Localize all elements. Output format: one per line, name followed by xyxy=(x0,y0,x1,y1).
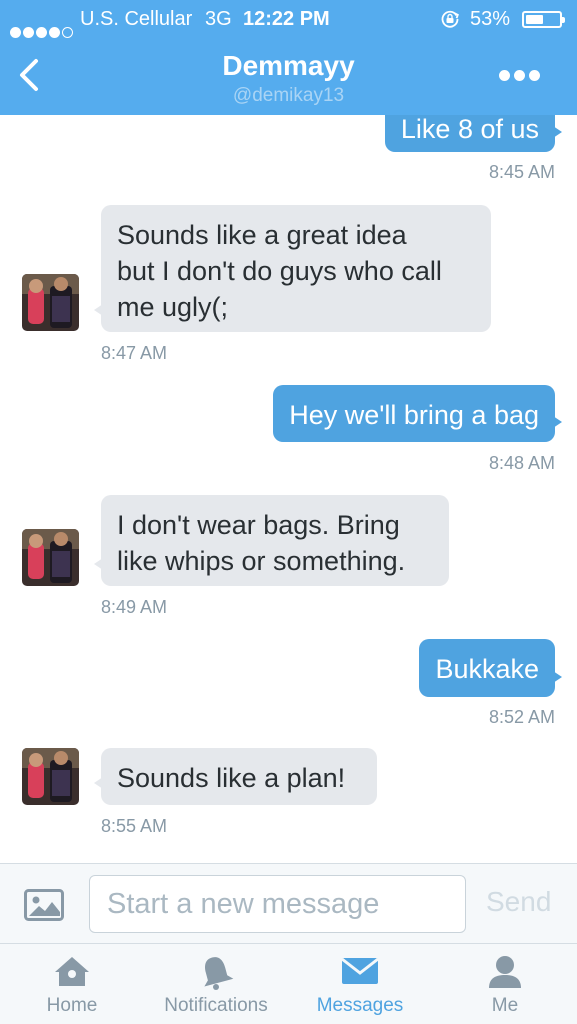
carrier-name: U.S. Cellular xyxy=(80,8,193,30)
message-timestamp: 8:52 AM xyxy=(488,707,555,727)
incoming-message[interactable]: Sounds like a great idea but I don't do … xyxy=(94,205,491,332)
tab-messages[interactable]: Messages xyxy=(300,944,420,1024)
conversation-title: Demmayy xyxy=(222,50,355,81)
person-icon xyxy=(489,956,521,988)
message-timestamp: 8:47 AM xyxy=(101,343,168,363)
status-bar: U.S. Cellular 3G 12:22 PM 53% xyxy=(0,0,577,38)
home-icon xyxy=(55,957,89,986)
outgoing-message[interactable]: Hey we'll bring a bag xyxy=(273,385,562,442)
more-dots-icon[interactable] xyxy=(499,68,545,82)
tab-label: Home xyxy=(46,995,98,1016)
battery-level-fill xyxy=(526,15,543,24)
envelope-icon xyxy=(341,957,379,984)
top-bar: U.S. Cellular 3G 12:22 PM 53% Demmayy @d… xyxy=(0,0,577,115)
incoming-message[interactable]: I don't wear bags. Bring like whips or s… xyxy=(94,495,449,586)
tab-bar: Home Notifications Messages Me xyxy=(0,944,577,1024)
message-timestamp: 8:49 AM xyxy=(101,597,168,617)
send-button[interactable]: Send xyxy=(486,886,551,918)
tab-label: Me xyxy=(491,995,519,1016)
battery-icon xyxy=(522,11,565,28)
outgoing-message[interactable]: Like 8 of us xyxy=(384,115,563,152)
tab-me[interactable]: Me xyxy=(455,944,555,1024)
message-timestamp: 8:55 AM xyxy=(101,816,168,836)
avatar[interactable] xyxy=(22,748,79,805)
avatar[interactable] xyxy=(22,274,79,331)
signal-strength-icon xyxy=(10,13,75,38)
avatar-photo xyxy=(22,529,79,586)
incoming-message[interactable]: Sounds like a plan! xyxy=(94,748,377,805)
message-input[interactable] xyxy=(89,875,466,933)
status-time: 12:22 PM xyxy=(243,8,330,30)
avatar-photo xyxy=(22,274,79,331)
battery-percentage: 53% xyxy=(470,8,511,30)
message-timestamp: 8:45 AM xyxy=(488,162,555,182)
tab-label: Notifications xyxy=(164,995,268,1016)
avatar-photo xyxy=(22,748,79,805)
tab-home[interactable]: Home xyxy=(22,944,122,1024)
avatar[interactable] xyxy=(22,529,79,586)
message-composer: Send xyxy=(0,863,577,944)
outgoing-message[interactable]: Bukkake xyxy=(419,639,562,697)
network-type: 3G xyxy=(205,8,232,30)
message-timestamp: 8:48 AM xyxy=(488,453,555,473)
message-thread[interactable]: Like 8 of us 8:45 AM Sounds like a great… xyxy=(0,115,577,863)
tab-notifications[interactable]: Notifications xyxy=(150,944,282,1024)
tab-label: Messages xyxy=(316,995,404,1016)
bell-icon xyxy=(204,957,234,990)
rotation-lock-icon xyxy=(441,10,459,28)
conversation-handle: @demikay13 xyxy=(232,85,345,106)
photo-icon[interactable] xyxy=(24,889,64,921)
